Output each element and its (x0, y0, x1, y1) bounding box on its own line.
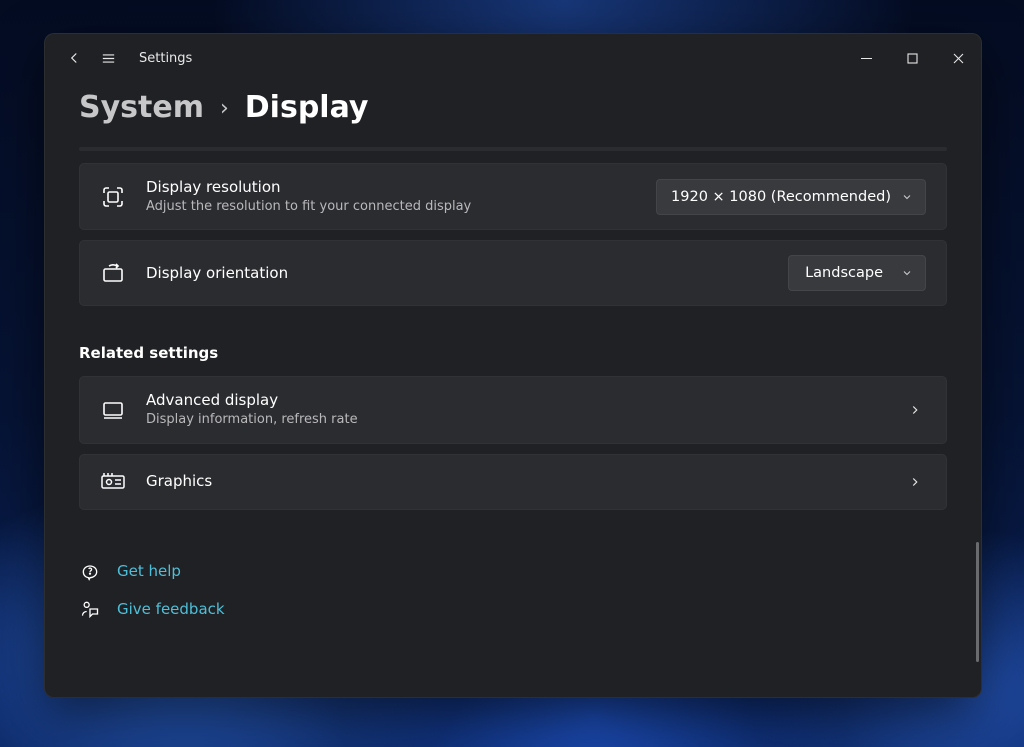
close-icon (953, 53, 964, 64)
nav-menu-button[interactable] (91, 41, 125, 75)
display-resolution-row[interactable]: Display resolution Adjust the resolution… (79, 163, 947, 230)
maximize-button[interactable] (889, 41, 935, 75)
close-button[interactable] (935, 41, 981, 75)
chevron-down-icon (901, 267, 913, 279)
window-title: Settings (139, 51, 192, 66)
back-button[interactable] (57, 41, 91, 75)
breadcrumb: System › Display (79, 90, 947, 125)
display-resolution-dropdown[interactable]: 1920 × 1080 (Recommended) (656, 179, 926, 215)
back-arrow-icon (65, 49, 83, 67)
hamburger-icon (100, 50, 117, 67)
monitor-icon (100, 397, 126, 423)
give-feedback-label: Give feedback (117, 600, 225, 618)
chevron-down-icon (901, 191, 913, 203)
advanced-display-row[interactable]: Advanced display Display information, re… (79, 376, 947, 443)
page-title: Display (245, 90, 369, 125)
display-orientation-row[interactable]: Display orientation Landscape (79, 240, 947, 306)
content-area: System › Display Display resolution Adju… (45, 82, 981, 697)
graphics-title: Graphics (146, 472, 884, 491)
scrollbar-thumb[interactable] (976, 542, 979, 662)
get-help-link[interactable]: Get help (79, 560, 947, 582)
display-resolution-subtitle: Adjust the resolution to fit your connec… (146, 198, 636, 216)
graphics-icon (100, 469, 126, 495)
chevron-right-icon: › (220, 96, 229, 121)
settings-window: Settings System › Display (44, 33, 982, 698)
advanced-display-title: Advanced display (146, 391, 884, 410)
help-icon (79, 560, 101, 582)
maximize-icon (907, 53, 918, 64)
orientation-icon (100, 260, 126, 286)
get-help-label: Get help (117, 562, 181, 580)
resolution-icon (100, 184, 126, 210)
display-orientation-title: Display orientation (146, 264, 768, 283)
display-resolution-title: Display resolution (146, 178, 636, 197)
display-resolution-value: 1920 × 1080 (Recommended) (671, 189, 891, 205)
feedback-icon (79, 598, 101, 620)
give-feedback-link[interactable]: Give feedback (79, 598, 947, 620)
related-settings-heading: Related settings (79, 344, 947, 362)
graphics-row[interactable]: Graphics (79, 454, 947, 510)
minimize-button[interactable] (843, 41, 889, 75)
minimize-icon (861, 53, 872, 64)
advanced-display-subtitle: Display information, refresh rate (146, 411, 884, 429)
chevron-right-icon (904, 475, 926, 489)
titlebar: Settings (45, 34, 981, 82)
breadcrumb-parent[interactable]: System (79, 90, 204, 125)
divider (79, 147, 947, 151)
chevron-right-icon (904, 403, 926, 417)
display-orientation-dropdown[interactable]: Landscape (788, 255, 926, 291)
display-orientation-value: Landscape (805, 265, 883, 281)
